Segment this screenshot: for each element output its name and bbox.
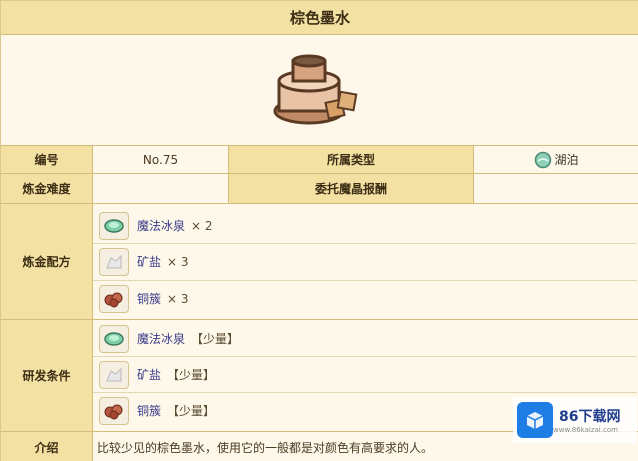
research-label: 研发条件 [1, 320, 93, 431]
research-item-name[interactable]: 魔法冰泉 [137, 330, 185, 347]
info-row-number: 编号 No.75 所属类型 湖泊 [1, 146, 638, 174]
recipe-section: 炼金配方 魔法冰泉 × 2 矿盐 × 3 铜簇 × 3 [1, 204, 638, 320]
item-title: 棕色墨水 [1, 1, 638, 35]
type-value-cell: 湖泊 [474, 146, 638, 173]
research-item: 矿盐 【少量】 [93, 358, 637, 391]
watermark-text: 86下载网 [559, 409, 621, 425]
type-label: 所属类型 [229, 146, 474, 173]
reward-value [474, 174, 638, 203]
lake-icon [535, 151, 552, 168]
recipe-item-name[interactable]: 魔法冰泉 [137, 217, 185, 234]
recipe-item-qty: × 2 [191, 218, 213, 233]
site-watermark: 86下载网 www.86kaizai.com [513, 397, 637, 443]
difficulty-value [93, 174, 229, 203]
recipe-item: 矿盐 × 3 [93, 245, 637, 278]
research-item-qty: 【少量】 [167, 404, 216, 418]
recipe-item: 魔法冰泉 × 2 [93, 209, 637, 242]
research-item: 魔法冰泉 【少量】 [93, 322, 637, 355]
rock-salt-icon [99, 247, 129, 276]
box-logo-icon [517, 402, 553, 438]
difficulty-label: 炼金难度 [1, 174, 93, 203]
recipe-item-qty: × 3 [167, 254, 189, 269]
type-value[interactable]: 湖泊 [554, 151, 578, 168]
magic-spring-icon [99, 211, 129, 240]
research-item-qty: 【少量】 [191, 332, 240, 346]
item-image-area [1, 35, 638, 146]
research-item-name[interactable]: 矿盐 [137, 366, 161, 383]
item-card: 棕色墨水 编号 No.75 所属类型 湖泊 炼金难度 委托魔晶报酬 炼金配方 魔… [0, 0, 638, 461]
recipe-label: 炼金配方 [1, 204, 93, 319]
brown-ink-icon [273, 54, 358, 125]
recipe-item: 铜簇 × 3 [93, 282, 637, 315]
divider [93, 243, 637, 244]
divider [93, 392, 637, 393]
recipe-item-name[interactable]: 矿盐 [137, 253, 161, 270]
copper-cluster-icon [99, 284, 129, 313]
info-row-difficulty: 炼金难度 委托魔晶报酬 [1, 174, 638, 204]
number-label: 编号 [1, 146, 93, 173]
recipe-item-qty: × 3 [167, 291, 189, 306]
watermark-url: www.86kaizai.com [553, 426, 618, 434]
research-item-qty: 【少量】 [167, 368, 216, 382]
research-item-name[interactable]: 铜簇 [137, 402, 161, 419]
copper-cluster-icon [99, 396, 129, 425]
magic-spring-icon [99, 324, 129, 353]
divider [93, 356, 637, 357]
divider [93, 280, 637, 281]
rock-salt-icon [99, 360, 129, 389]
number-value: No.75 [93, 146, 229, 173]
recipe-item-name[interactable]: 铜簇 [137, 290, 161, 307]
intro-label: 介绍 [1, 432, 93, 461]
reward-label: 委托魔晶报酬 [229, 174, 474, 203]
